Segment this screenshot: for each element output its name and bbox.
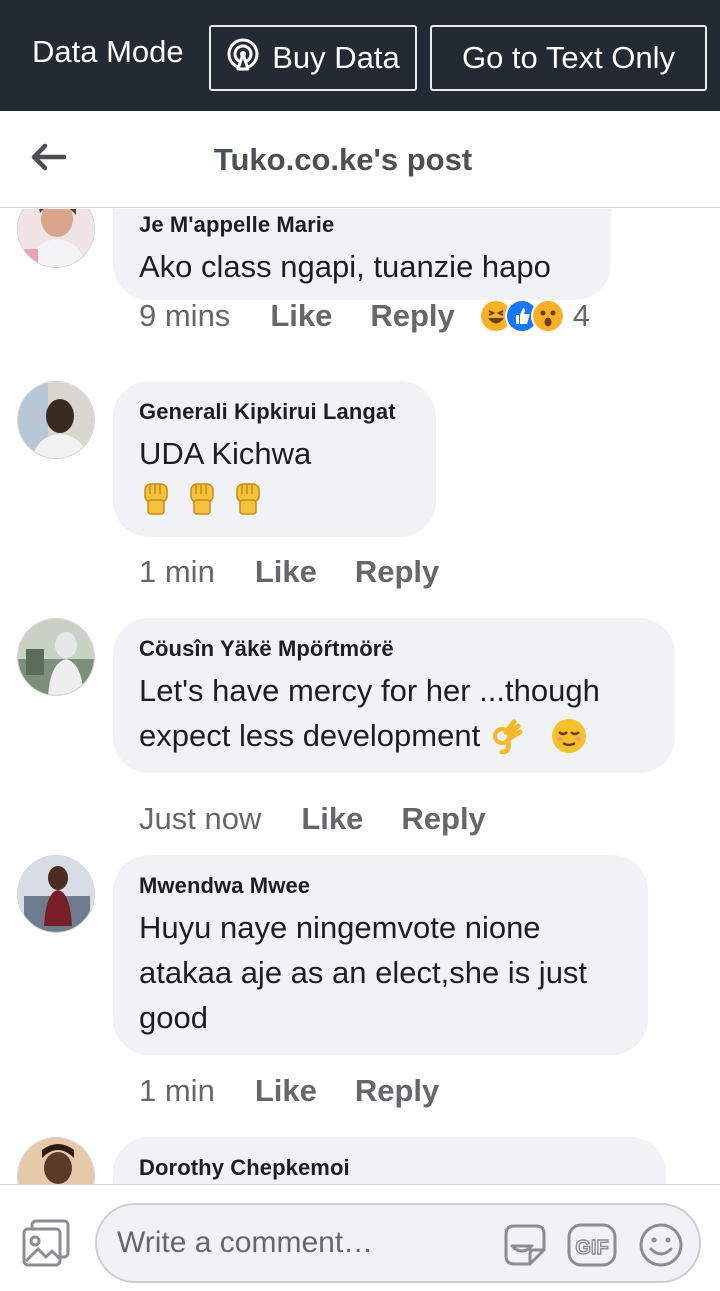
text-only-label: Go to Text Only (461, 40, 676, 75)
like-button[interactable]: Like (270, 298, 332, 334)
buy-data-button[interactable]: Buy Data (209, 25, 417, 91)
raised-fist-icon (185, 480, 219, 521)
comment-field[interactable]: GIF (95, 1203, 701, 1283)
comment-composer: GIF (0, 1184, 720, 1291)
like-button[interactable]: Like (301, 801, 363, 837)
avatar[interactable] (17, 618, 95, 696)
comment-author[interactable]: Cöusîn Yäkë Mpöŕtmörë (139, 636, 647, 662)
comment-time: 9 mins (139, 298, 231, 333)
comment-actions: 9 mins Like Reply 4 (139, 295, 590, 337)
comment-text-line: Let's have mercy for her ...though (139, 673, 600, 708)
comment-bubble[interactable]: Mwendwa Mwee Huyu naye ningemvote nione … (113, 855, 648, 1055)
comment-author[interactable]: Mwendwa Mwee (139, 873, 620, 899)
comment-actions: 1 min Like Reply (139, 1070, 439, 1112)
wow-reaction-icon (530, 299, 565, 333)
reactions-summary[interactable]: 4 (478, 298, 591, 334)
comment-bubble[interactable]: Cöusîn Yäkë Mpöŕtmörë Let's have mercy f… (113, 618, 675, 773)
go-to-text-only-button[interactable]: Go to Text Only (430, 25, 707, 91)
gif-label: GIF (575, 1237, 608, 1259)
comment-text-line: good (139, 1000, 208, 1035)
comment-text-line: Huyu naye ningemvote nione (139, 910, 541, 945)
comment-text: Let's have mercy for her ...though expec… (139, 668, 647, 758)
reaction-count: 4 (572, 298, 591, 333)
comment-author[interactable]: Je M'appelle Marie (139, 212, 583, 238)
comments-feed[interactable]: Je M'appelle Marie Ako class ngapi, tuan… (0, 209, 720, 1184)
comment-author[interactable]: Generali Kipkirui Langat (139, 399, 408, 425)
avatar[interactable] (17, 855, 95, 933)
data-mode-label: Data Mode (32, 34, 184, 69)
comment-input[interactable] (117, 1223, 497, 1263)
comment-time: 1 min (139, 554, 215, 589)
comment-bubble[interactable]: Je M'appelle Marie Ako class ngapi, tuan… (113, 209, 611, 300)
comment-time: Just now (139, 801, 262, 836)
gif-icon[interactable]: GIF (566, 1219, 618, 1271)
photo-icon[interactable] (20, 1217, 72, 1269)
relieved-face-icon (550, 717, 588, 755)
reply-button[interactable]: Reply (355, 1073, 439, 1109)
data-mode-bar: Data Mode Buy Data Go to Text Only (0, 0, 720, 111)
comment-text: Huyu naye ningemvote nione atakaa aje as… (139, 905, 620, 1040)
ok-hand-icon (492, 718, 524, 754)
raised-fist-icon (139, 480, 173, 521)
broadcast-icon (226, 37, 272, 79)
reply-button[interactable]: Reply (370, 298, 454, 334)
comment-author[interactable]: Dorothy Chepkemoi (139, 1155, 638, 1181)
avatar[interactable] (17, 381, 95, 459)
comment-text-line: expect less development (139, 718, 481, 753)
comment-text-line: atakaa aje as an elect,she is just (139, 955, 588, 990)
post-header: Tuko.co.ke's post (0, 111, 720, 208)
comment-time: 1 min (139, 1073, 215, 1108)
page-title: Tuko.co.ke's post (213, 142, 473, 177)
comment-bubble[interactable]: Dorothy Chepkemoi (113, 1137, 666, 1184)
comment-text: UDA Kichwa (139, 436, 312, 471)
emoji-icon[interactable] (635, 1219, 687, 1271)
emoji-row (139, 480, 408, 521)
comment-text: Ako class ngapi, tuanzie hapo (139, 249, 551, 284)
sticker-icon[interactable] (497, 1219, 549, 1271)
comment-actions: Just now Like Reply (139, 798, 486, 840)
avatar[interactable] (17, 209, 95, 268)
comment-actions: 1 min Like Reply (139, 551, 439, 593)
avatar[interactable] (17, 1137, 95, 1184)
like-button[interactable]: Like (255, 1073, 317, 1109)
raised-fist-icon (231, 480, 265, 521)
like-button[interactable]: Like (255, 554, 317, 590)
buy-data-label: Buy Data (272, 40, 400, 75)
reply-button[interactable]: Reply (355, 554, 439, 590)
comment-bubble[interactable]: Generali Kipkirui Langat UDA Kichwa (113, 381, 436, 537)
reply-button[interactable]: Reply (401, 801, 485, 837)
